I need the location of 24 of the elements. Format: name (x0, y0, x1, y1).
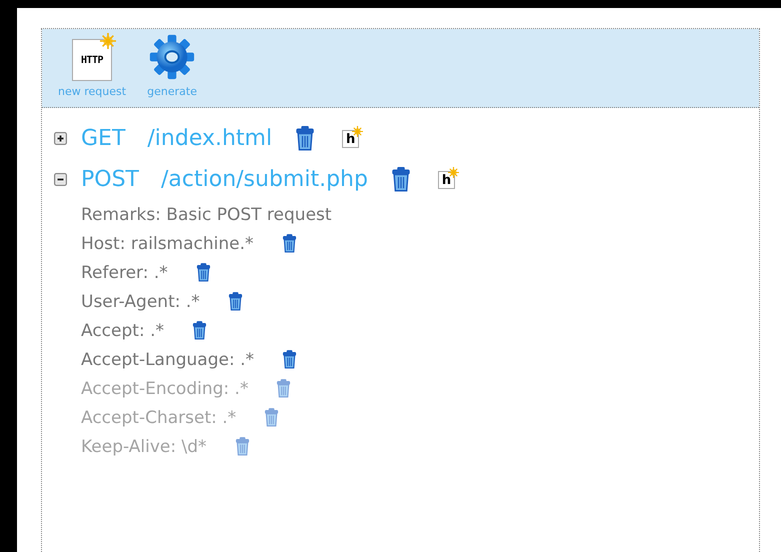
toolbar-button[interactable]: generate (146, 33, 198, 107)
trash-icon[interactable] (228, 292, 243, 311)
header-rule: Accept: .* (81, 320, 164, 340)
trash-icon[interactable] (390, 167, 412, 192)
trash-icon[interactable] (196, 263, 211, 282)
header-rule: Accept-Language: .* (81, 350, 254, 370)
expand-toggle[interactable] (54, 132, 67, 145)
header-rule: Accept-Encoding: .* (81, 378, 248, 398)
header-rule: Keep-Alive: \d* (81, 436, 207, 456)
trash-icon[interactable] (192, 321, 207, 340)
trash-icon[interactable] (294, 126, 316, 151)
trash-icon[interactable] (282, 350, 298, 369)
request-path[interactable]: /index.html (147, 126, 272, 151)
toolbar-button[interactable]: HTTP new request (58, 33, 126, 107)
request-path[interactable]: /action/submit.php (161, 167, 368, 192)
header-rule: Referer: .* (81, 262, 168, 282)
header-rule: Accept-Charset: .* (81, 408, 236, 428)
request-method[interactable]: GET (81, 126, 126, 151)
header-rule: Host: railsmachine.* (81, 234, 254, 254)
header-rule: User-Agent: .* (81, 292, 200, 312)
trash-icon[interactable] (282, 234, 297, 253)
remarks-text: Remarks: Basic POST request (81, 204, 332, 224)
expand-toggle[interactable] (54, 173, 67, 186)
request-method[interactable]: POST (81, 167, 139, 192)
